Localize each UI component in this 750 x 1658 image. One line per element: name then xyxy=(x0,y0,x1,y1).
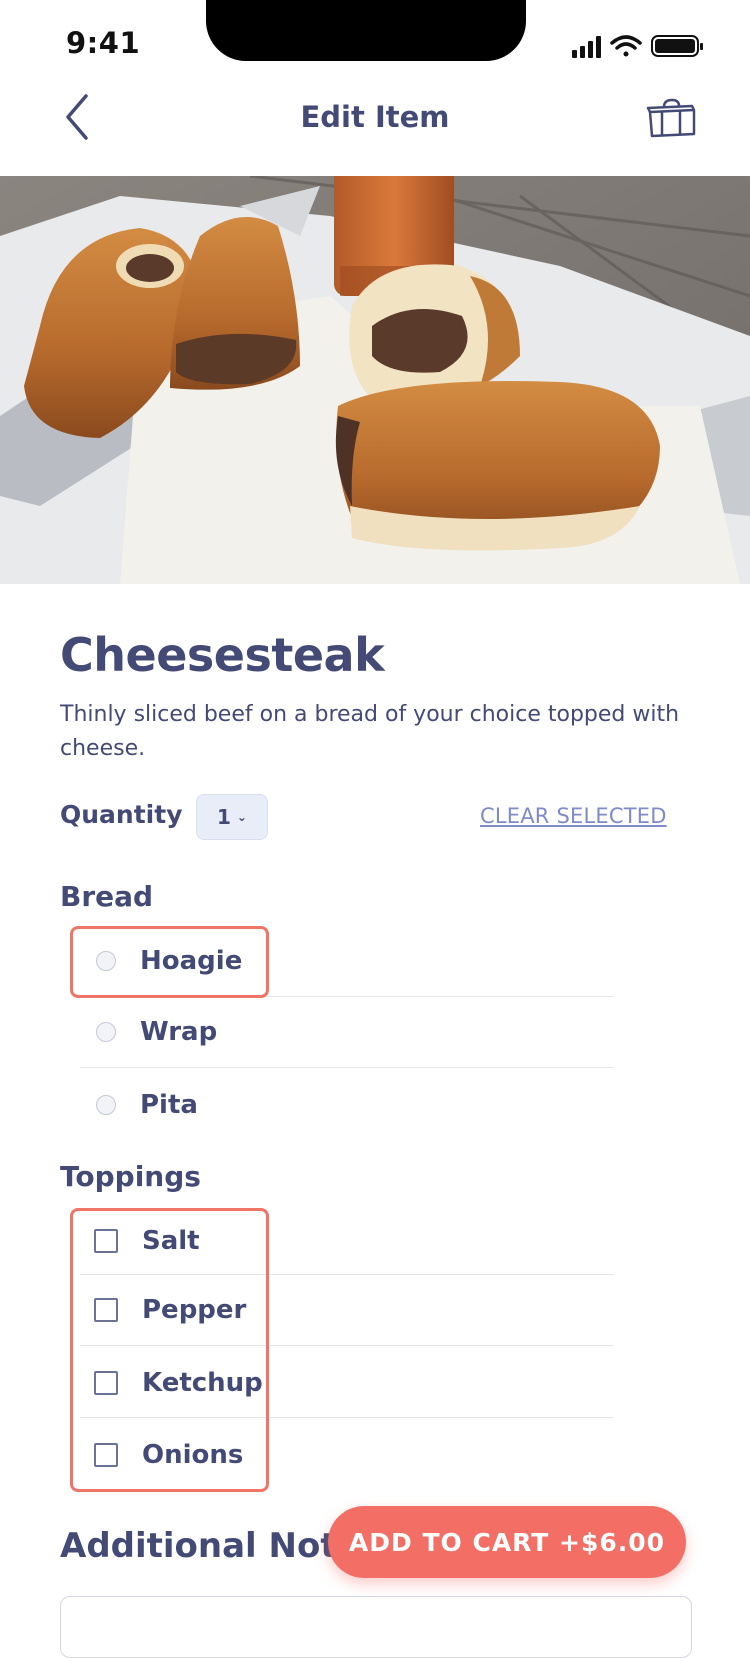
status-time: 9:41 xyxy=(66,26,141,60)
topping-option-salt[interactable]: Salt xyxy=(80,1206,614,1276)
radio-button[interactable] xyxy=(96,951,116,971)
item-name: Cheesesteak xyxy=(60,628,385,682)
bread-section-title: Bread xyxy=(60,880,154,913)
option-label: Ketchup xyxy=(142,1368,263,1398)
page-title: Edit Item xyxy=(300,100,450,134)
toppings-section-title: Toppings xyxy=(60,1160,201,1193)
quantity-select[interactable]: 1 ⌄ xyxy=(196,794,268,840)
option-label: Hoagie xyxy=(140,946,243,976)
divider xyxy=(80,1067,614,1068)
item-description: Thinly sliced beef on a bread of your ch… xyxy=(60,702,680,761)
option-label: Pepper xyxy=(142,1295,247,1325)
checkbox[interactable] xyxy=(94,1371,118,1395)
clear-selected-link[interactable]: CLEAR SELECTED xyxy=(480,804,667,828)
quantity-value: 1 xyxy=(217,805,231,829)
bread-option-pita[interactable]: Pita xyxy=(80,1070,614,1140)
radio-button[interactable] xyxy=(96,1095,116,1115)
add-to-cart-button[interactable]: ADD TO CART +$6.00 xyxy=(328,1506,686,1578)
wifi-icon xyxy=(610,35,642,57)
radio-button[interactable] xyxy=(96,1022,116,1042)
topping-option-onions[interactable]: Onions xyxy=(80,1420,614,1490)
bread-option-hoagie[interactable]: Hoagie xyxy=(80,926,614,996)
topping-option-ketchup[interactable]: Ketchup xyxy=(80,1348,614,1418)
battery-icon xyxy=(651,35,703,57)
divider xyxy=(80,1417,614,1418)
bread-option-wrap[interactable]: Wrap xyxy=(80,997,614,1067)
option-label: Pita xyxy=(140,1090,198,1120)
signal-icon xyxy=(572,36,601,58)
device-notch xyxy=(206,0,526,61)
notes-input[interactable] xyxy=(60,1596,692,1658)
cart-button[interactable] xyxy=(644,96,700,140)
item-photo xyxy=(0,176,750,584)
option-label: Onions xyxy=(142,1440,244,1470)
divider xyxy=(80,1345,614,1346)
topping-option-pepper[interactable]: Pepper xyxy=(80,1275,614,1345)
option-label: Wrap xyxy=(140,1017,218,1047)
status-icons xyxy=(572,35,703,58)
chevron-down-icon: ⌄ xyxy=(236,810,247,824)
checkbox[interactable] xyxy=(94,1229,118,1253)
quantity-label: Quantity xyxy=(60,800,183,829)
option-label: Salt xyxy=(142,1226,200,1256)
checkbox[interactable] xyxy=(94,1298,118,1322)
lunchbox-icon xyxy=(646,98,696,138)
checkbox[interactable] xyxy=(94,1443,118,1467)
